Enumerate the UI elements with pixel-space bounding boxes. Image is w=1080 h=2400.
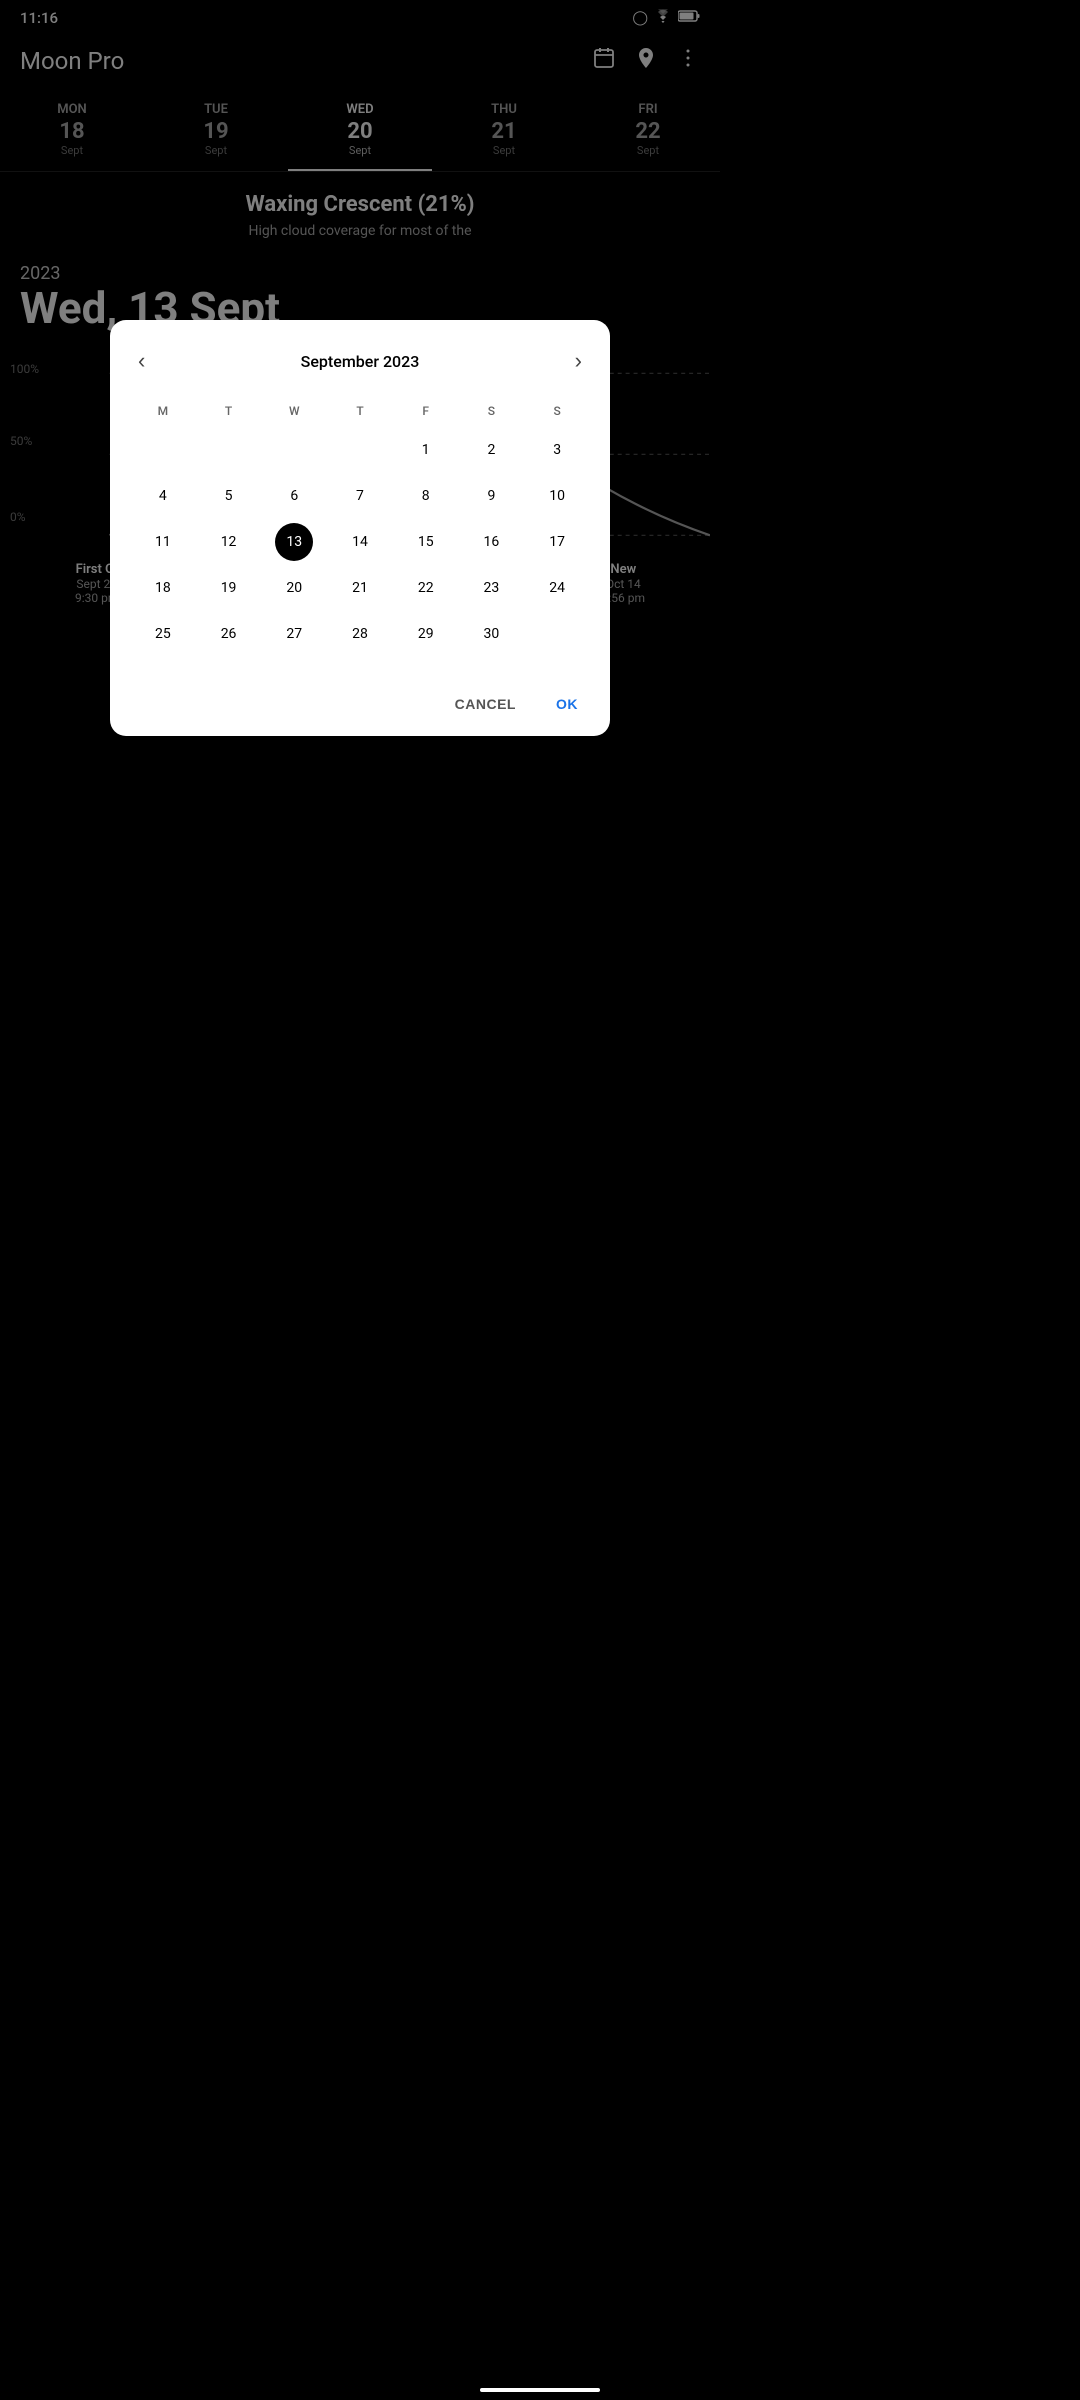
cal-day-16[interactable]: 16 <box>472 523 510 561</box>
cal-day-empty <box>538 615 576 653</box>
cal-day-empty <box>275 431 313 469</box>
prev-month-button[interactable]: ‹ <box>130 344 153 378</box>
cal-day-21[interactable]: 21 <box>341 569 379 607</box>
cal-day-3[interactable]: 3 <box>538 431 576 469</box>
cal-day-9[interactable]: 9 <box>472 477 510 515</box>
bottom-bar <box>480 2388 600 2392</box>
calendar-dialog: ‹ September 2023 › MTWTFSS 1234567891011… <box>110 320 610 736</box>
cal-day-19[interactable]: 19 <box>210 569 248 607</box>
cal-day-empty <box>210 431 248 469</box>
ok-button[interactable]: OK <box>544 688 590 720</box>
cal-day-26[interactable]: 26 <box>210 615 248 653</box>
cancel-button[interactable]: CANCEL <box>443 688 528 720</box>
cal-day-10[interactable]: 10 <box>538 477 576 515</box>
cal-day-20[interactable]: 20 <box>275 569 313 607</box>
cal-day-13[interactable]: 13 <box>275 523 313 561</box>
cal-day-empty <box>341 431 379 469</box>
cal-day-11[interactable]: 11 <box>144 523 182 561</box>
cal-days: 1234567891011121314151617181920212223242… <box>130 428 590 656</box>
cal-day-1[interactable]: 1 <box>407 431 445 469</box>
cal-month-title: September 2023 <box>301 352 420 371</box>
cal-weekday: S <box>524 398 590 424</box>
cal-day-28[interactable]: 28 <box>341 615 379 653</box>
cal-header: ‹ September 2023 › <box>130 344 590 378</box>
cal-day-30[interactable]: 30 <box>472 615 510 653</box>
cal-grid: MTWTFSS 12345678910111213141516171819202… <box>130 398 590 656</box>
cal-day-24[interactable]: 24 <box>538 569 576 607</box>
dialog-overlay: ‹ September 2023 › MTWTFSS 1234567891011… <box>0 0 720 1600</box>
cal-weekday: W <box>261 398 327 424</box>
cal-day-2[interactable]: 2 <box>472 431 510 469</box>
cal-weekday: T <box>196 398 262 424</box>
cal-day-7[interactable]: 7 <box>341 477 379 515</box>
cal-day-4[interactable]: 4 <box>144 477 182 515</box>
cal-day-23[interactable]: 23 <box>472 569 510 607</box>
cal-day-29[interactable]: 29 <box>407 615 445 653</box>
cal-actions: CANCEL OK <box>130 680 590 720</box>
cal-weekdays: MTWTFSS <box>130 398 590 424</box>
cal-day-25[interactable]: 25 <box>144 615 182 653</box>
cal-weekday: M <box>130 398 196 424</box>
cal-day-5[interactable]: 5 <box>210 477 248 515</box>
cal-day-12[interactable]: 12 <box>210 523 248 561</box>
cal-day-18[interactable]: 18 <box>144 569 182 607</box>
cal-day-15[interactable]: 15 <box>407 523 445 561</box>
cal-day-empty <box>144 431 182 469</box>
cal-weekday: T <box>327 398 393 424</box>
cal-weekday: S <box>459 398 525 424</box>
cal-day-27[interactable]: 27 <box>275 615 313 653</box>
cal-day-8[interactable]: 8 <box>407 477 445 515</box>
cal-day-22[interactable]: 22 <box>407 569 445 607</box>
bottom-nav <box>0 2380 1080 2400</box>
cal-day-14[interactable]: 14 <box>341 523 379 561</box>
next-month-button[interactable]: › <box>567 344 590 378</box>
cal-day-17[interactable]: 17 <box>538 523 576 561</box>
cal-day-6[interactable]: 6 <box>275 477 313 515</box>
cal-weekday: F <box>393 398 459 424</box>
